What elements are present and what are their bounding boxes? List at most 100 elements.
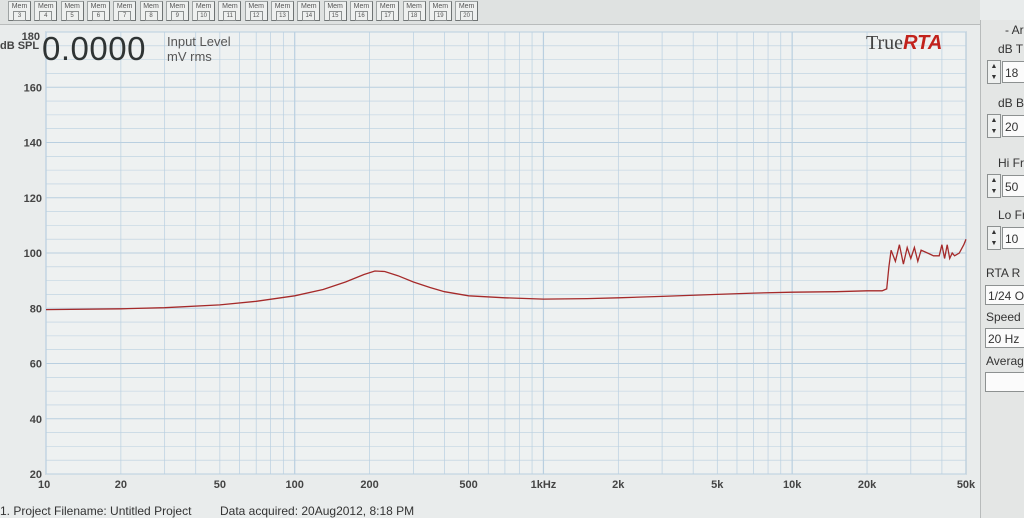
memory-button[interactable]: Mem 17 [376, 1, 400, 21]
speed-label: Speed [986, 310, 1021, 324]
lo-freq-spinner[interactable]: ▲ ▼ [987, 226, 1001, 250]
memory-button-label: Mem [222, 3, 238, 10]
x-tick-label: 500 [459, 479, 477, 491]
y-tick-label: 140 [24, 138, 42, 150]
hi-freq-label: Hi Fr [998, 156, 1024, 170]
y-axis-unit: dB SPL [0, 40, 40, 52]
memory-button[interactable]: Mem 20 [455, 1, 479, 21]
memory-button-label: Mem [38, 3, 54, 10]
memory-button-label: Mem [327, 3, 343, 10]
hi-freq-spinner[interactable]: ▲ ▼ [987, 174, 1001, 198]
logo-true: True [866, 32, 904, 54]
arrow-up-icon[interactable]: ▲ [988, 175, 1000, 186]
project-filename: 1. Project Filename: Untitled Project [0, 504, 192, 518]
memory-button-number: 9 [170, 11, 184, 21]
memory-button[interactable]: Mem 4 [34, 1, 58, 21]
memory-button[interactable]: Mem 15 [323, 1, 347, 21]
memory-button-label: Mem [64, 3, 80, 10]
lo-freq-field[interactable]: 10 [1002, 227, 1024, 249]
memory-button-number: 17 [381, 11, 395, 21]
arrow-down-icon[interactable]: ▼ [988, 186, 1000, 197]
arrow-down-icon[interactable]: ▼ [988, 72, 1000, 83]
x-tick-label: 2k [612, 479, 625, 491]
truerta-logo: TrueRTA [866, 32, 942, 55]
status-bar: 1. Project Filename: Untitled Project Da… [0, 502, 980, 518]
memory-button-label: Mem [11, 3, 28, 10]
speed-select[interactable]: 20 Hz [985, 328, 1024, 348]
memory-button[interactable]: Mem 8 [139, 1, 163, 21]
db-top-spinner[interactable]: ▲ ▼ [987, 60, 1001, 84]
rta-resolution-label: RTA R [986, 266, 1021, 280]
arrow-up-icon[interactable]: ▲ [988, 115, 1000, 126]
memory-button[interactable]: Mem 12 [244, 1, 268, 21]
memory-button[interactable]: Mem 18 [402, 1, 426, 21]
y-tick-label: 80 [30, 303, 42, 315]
memory-button-label: Mem [353, 3, 370, 10]
control-panel: - Ar dB T ▲ ▼ 18 dB B ▲ ▼ 20 Hi Fr ▲ ▼ 50 L… [980, 20, 1024, 518]
memory-button-number: 11 [223, 11, 237, 21]
db-top-field[interactable]: 18 [1002, 61, 1024, 83]
memory-button-number: 8 [144, 11, 158, 21]
input-level-readout: 0.0000 [42, 30, 146, 67]
x-tick-label: 100 [286, 479, 304, 491]
db-bottom-field[interactable]: 20 [1002, 115, 1024, 137]
memory-button-label: Mem [195, 3, 212, 10]
x-tick-label: 5k [711, 479, 724, 491]
memory-button[interactable]: Mem 19 [428, 1, 452, 21]
db-bottom-label: dB B [998, 96, 1024, 110]
memory-button[interactable]: Mem 16 [349, 1, 373, 21]
arrow-up-icon[interactable]: ▲ [988, 227, 1000, 238]
x-tick-label: 10 [38, 479, 50, 491]
averaging-label: Averag [986, 354, 1024, 368]
memory-toolbar: Mem 3 Mem 4 Mem 5 Mem 6 Mem 7 Mem 8 Mem 9 Mem 10 Mem 11 Me… [0, 0, 980, 25]
memory-button-label: Mem [143, 3, 159, 10]
db-bottom-spinner[interactable]: ▲ ▼ [987, 114, 1001, 138]
memory-button-label: Mem [301, 3, 317, 10]
memory-button-number: 16 [354, 11, 368, 21]
lo-freq-label: Lo Fr [998, 208, 1024, 222]
memory-button-number: 12 [249, 11, 263, 21]
memory-button-label: Mem [458, 3, 475, 10]
memory-button-number: 15 [328, 11, 342, 21]
memory-button[interactable]: Mem 3 [8, 1, 31, 21]
memory-button[interactable]: Mem 9 [165, 1, 189, 21]
averaging-select[interactable] [985, 372, 1024, 392]
memory-button-label: Mem [274, 3, 291, 10]
memory-button-label: Mem [432, 3, 449, 10]
memory-button-number: 3 [13, 11, 26, 21]
memory-button-number: 7 [118, 11, 132, 21]
db-top-label: dB T [998, 42, 1024, 56]
logo-rta: RTA [903, 32, 943, 54]
memory-button[interactable]: Mem 11 [218, 1, 242, 21]
memory-button-label: Mem [379, 3, 396, 10]
memory-button-number: 6 [91, 11, 105, 21]
y-tick-label: 40 [30, 414, 42, 426]
input-level-unit: mV rms [167, 49, 212, 64]
memory-button-label: Mem [116, 3, 133, 10]
memory-button-label: Mem [248, 3, 264, 10]
memory-button-label: Mem [90, 3, 107, 10]
panel-header: - Ar [1005, 23, 1024, 37]
memory-button-number: 5 [65, 11, 79, 21]
arrow-down-icon[interactable]: ▼ [988, 238, 1000, 249]
arrow-up-icon[interactable]: ▲ [988, 61, 1000, 72]
memory-button[interactable]: Mem 6 [86, 1, 110, 21]
x-tick-label: 50k [957, 479, 976, 491]
memory-button[interactable]: Mem 7 [113, 1, 137, 21]
memory-button-label: Mem [169, 3, 186, 10]
rta-resolution-select[interactable]: 1/24 O [985, 285, 1024, 305]
x-tick-label: 20k [858, 479, 877, 491]
x-tick-label: 200 [360, 479, 378, 491]
arrow-down-icon[interactable]: ▼ [988, 126, 1000, 137]
memory-button[interactable]: Mem 5 [60, 1, 84, 21]
hi-freq-field[interactable]: 50 [1002, 175, 1024, 197]
y-tick-label: 60 [30, 359, 42, 371]
rta-plot: 160 140 120 100 80 60 40 20 180 10 20 50 100 200 500 1k… [0, 26, 980, 518]
memory-button-number: 14 [302, 11, 316, 21]
memory-button[interactable]: Mem 13 [271, 1, 294, 21]
memory-button-number: 20 [460, 11, 474, 21]
memory-button[interactable]: Mem 14 [297, 1, 321, 21]
y-tick-label: 160 [24, 82, 42, 94]
memory-button-label: Mem [406, 3, 422, 10]
memory-button[interactable]: Mem 10 [192, 1, 216, 21]
